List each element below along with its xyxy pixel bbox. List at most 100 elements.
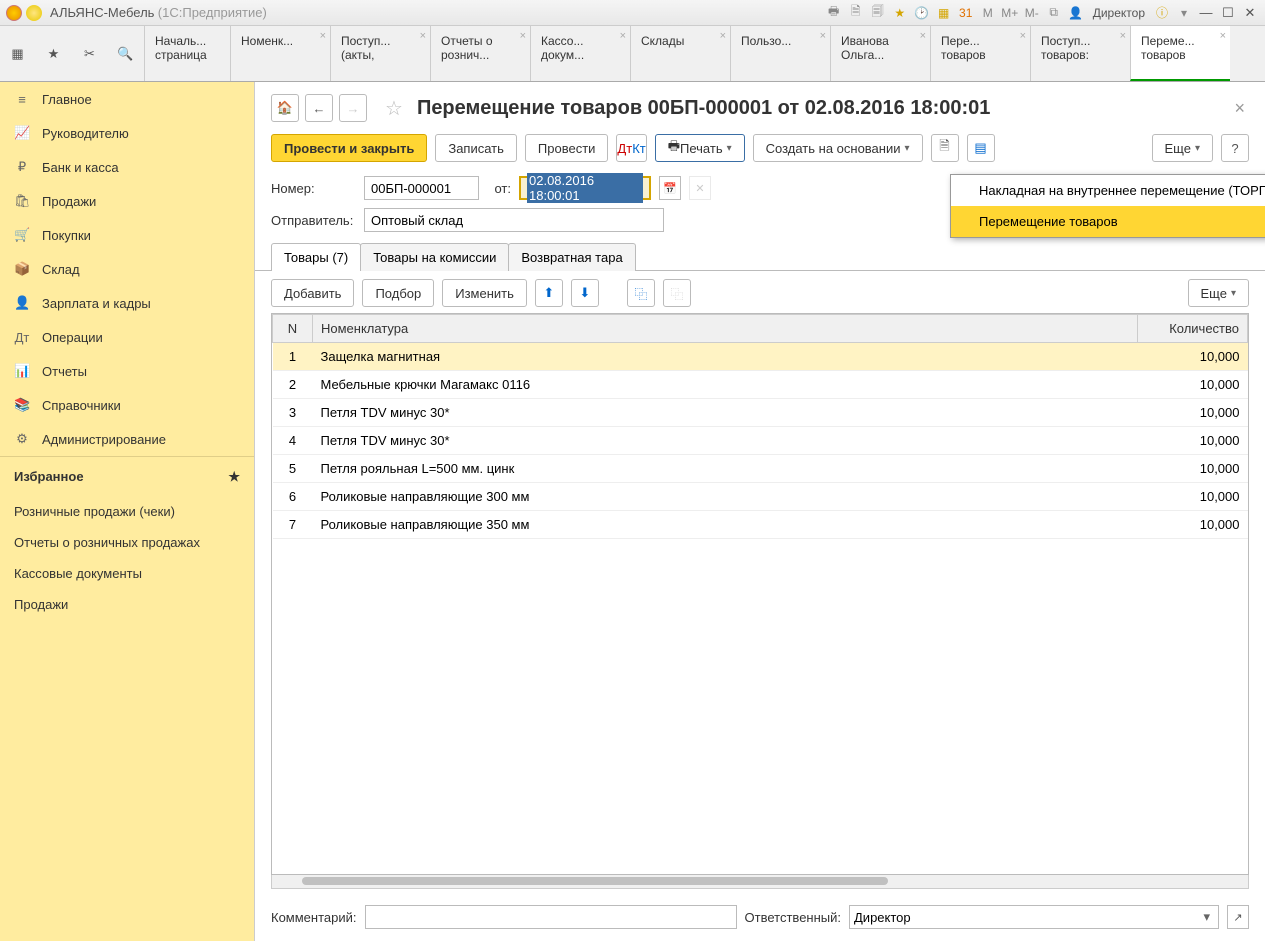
- more-button[interactable]: Еще: [1152, 134, 1213, 162]
- preview-icon[interactable]: 🗎: [847, 4, 865, 22]
- table-more-button[interactable]: Еще: [1188, 279, 1249, 307]
- change-button[interactable]: Изменить: [442, 279, 527, 307]
- tab-8[interactable]: ×Поступ...товаров:: [1030, 26, 1130, 81]
- info-dd-icon[interactable]: ▾: [1175, 4, 1193, 22]
- sidebar-item-6[interactable]: 👤Зарплата и кадры: [0, 286, 254, 320]
- tab-2[interactable]: ×Отчеты орознич...: [430, 26, 530, 81]
- star-icon[interactable]: ★: [36, 26, 72, 81]
- detail-tab-0[interactable]: Товары (7): [271, 243, 361, 271]
- detail-tab-2[interactable]: Возвратная тара: [508, 243, 635, 271]
- post-button[interactable]: Провести: [525, 134, 609, 162]
- sidebar-item-4[interactable]: 🛒Покупки: [0, 218, 254, 252]
- back-button[interactable]: ←: [305, 94, 333, 122]
- calendar-button[interactable]: 📅: [659, 176, 681, 200]
- move-up-button[interactable]: ⬆: [535, 279, 563, 307]
- tab-4[interactable]: ×Склады: [630, 26, 730, 81]
- date-input[interactable]: 02.08.2016 18:00:01: [519, 176, 651, 200]
- sidebar-item-1[interactable]: 📈Руководителю: [0, 116, 254, 150]
- info-icon[interactable]: ⓘ: [1153, 4, 1171, 22]
- print-dropdown-button[interactable]: 🖶 Печать: [655, 134, 745, 162]
- m-minus-icon[interactable]: M-: [1023, 4, 1041, 22]
- sidebar-item-2[interactable]: ₽Банк и касса: [0, 150, 254, 184]
- pick-button[interactable]: Подбор: [362, 279, 434, 307]
- sidebar-item-3[interactable]: 🛍Продажи: [0, 184, 254, 218]
- calc-icon[interactable]: ▦: [935, 4, 953, 22]
- close-button[interactable]: ✕: [1241, 4, 1259, 22]
- create-based-button[interactable]: Создать на основании: [753, 134, 923, 162]
- star-solid-icon[interactable]: ★: [228, 469, 240, 485]
- app-menu-icon[interactable]: [26, 5, 42, 21]
- horizontal-scrollbar[interactable]: [271, 875, 1249, 889]
- close-icon[interactable]: ×: [1220, 30, 1226, 42]
- print-menu-item-0[interactable]: Накладная на внутреннее перемещение (ТОР…: [951, 175, 1265, 206]
- home-button[interactable]: 🏠: [271, 94, 299, 122]
- add-button[interactable]: Добавить: [271, 279, 354, 307]
- apps-icon[interactable]: ▦: [0, 26, 36, 81]
- attach-button[interactable]: 🗎: [931, 134, 959, 162]
- close-icon[interactable]: ×: [320, 30, 326, 42]
- sidebar-item-10[interactable]: ⚙Администрирование: [0, 422, 254, 456]
- copy-button[interactable]: ⿻: [627, 279, 655, 307]
- maximize-button[interactable]: ☐: [1219, 4, 1237, 22]
- table-row[interactable]: 2Мебельные крючки Магамакс 011610,000: [273, 371, 1248, 399]
- col-quantity[interactable]: Количество: [1138, 315, 1248, 343]
- help-button[interactable]: ?: [1221, 134, 1249, 162]
- tab-3[interactable]: ×Кассо...докум...: [530, 26, 630, 81]
- sender-input[interactable]: Оптовый склад: [364, 208, 664, 232]
- date-clear-button[interactable]: ✕: [689, 176, 711, 200]
- m-icon[interactable]: M: [979, 4, 997, 22]
- col-nomenclature[interactable]: Номенклатура: [313, 315, 1138, 343]
- list-button[interactable]: ▤: [967, 134, 995, 162]
- doc-close-button[interactable]: ×: [1230, 98, 1249, 119]
- post-and-close-button[interactable]: Провести и закрыть: [271, 134, 427, 162]
- print-menu-item-1[interactable]: Перемещение товаров: [951, 206, 1265, 237]
- sidebar-item-0[interactable]: ≡Главное: [0, 82, 254, 116]
- minimize-button[interactable]: —: [1197, 4, 1215, 22]
- favorite-item-0[interactable]: Розничные продажи (чеки): [0, 496, 254, 527]
- tab-5[interactable]: ×Пользо...: [730, 26, 830, 81]
- compare-icon[interactable]: 🗐: [869, 4, 887, 22]
- close-icon[interactable]: ×: [920, 30, 926, 42]
- tab-home[interactable]: Началь... страница: [144, 26, 230, 81]
- close-icon[interactable]: ×: [520, 30, 526, 42]
- close-icon[interactable]: ×: [720, 30, 726, 42]
- user-name[interactable]: Директор: [1089, 6, 1149, 20]
- m-plus-icon[interactable]: M+: [1001, 4, 1019, 22]
- tab-1[interactable]: ×Поступ...(акты,: [330, 26, 430, 81]
- table-row[interactable]: 1Защелка магнитная10,000: [273, 343, 1248, 371]
- col-n[interactable]: N: [273, 315, 313, 343]
- sidebar-item-7[interactable]: ДтОперации: [0, 320, 254, 354]
- fav-outline-star-icon[interactable]: ☆: [385, 96, 403, 121]
- responsible-dd-icon[interactable]: ▾: [1199, 909, 1214, 925]
- table-container[interactable]: N Номенклатура Количество 1Защелка магни…: [271, 313, 1249, 875]
- tab-6[interactable]: ×ИвановаОльга...: [830, 26, 930, 81]
- close-icon[interactable]: ×: [620, 30, 626, 42]
- history-icon[interactable]: 🕑: [913, 4, 931, 22]
- scroll-thumb[interactable]: [302, 877, 888, 885]
- paste-button[interactable]: ⿻: [663, 279, 691, 307]
- search-icon[interactable]: 🔍: [108, 26, 144, 81]
- calendar-icon[interactable]: 31: [957, 4, 975, 22]
- tab-9[interactable]: ×Переме...товаров: [1130, 26, 1230, 81]
- dtkt-button[interactable]: ДтКт: [616, 134, 646, 162]
- close-icon[interactable]: ×: [1120, 30, 1126, 42]
- forward-button[interactable]: →: [339, 94, 367, 122]
- table-row[interactable]: 7Роликовые направляющие 350 мм10,000: [273, 511, 1248, 539]
- favorite-item-2[interactable]: Кассовые документы: [0, 558, 254, 589]
- responsible-open-button[interactable]: ↗: [1227, 905, 1249, 929]
- save-button[interactable]: Записать: [435, 134, 517, 162]
- tab-7[interactable]: ×Пере...товаров: [930, 26, 1030, 81]
- sidebar-item-8[interactable]: 📊Отчеты: [0, 354, 254, 388]
- move-down-button[interactable]: ⬇: [571, 279, 599, 307]
- close-icon[interactable]: ×: [1020, 30, 1026, 42]
- sidebar-item-9[interactable]: 📚Справочники: [0, 388, 254, 422]
- favorite-item-3[interactable]: Продажи: [0, 589, 254, 620]
- sidebar-item-5[interactable]: 📦Склад: [0, 252, 254, 286]
- print-icon[interactable]: 🖶: [825, 4, 843, 22]
- table-row[interactable]: 5Петля рояльная L=500 мм. цинк10,000: [273, 455, 1248, 483]
- close-icon[interactable]: ×: [420, 30, 426, 42]
- responsible-input[interactable]: Директор ▾: [849, 905, 1219, 929]
- favorites-icon[interactable]: ★: [891, 4, 909, 22]
- close-icon[interactable]: ×: [820, 30, 826, 42]
- panels-icon[interactable]: ⧉: [1045, 4, 1063, 22]
